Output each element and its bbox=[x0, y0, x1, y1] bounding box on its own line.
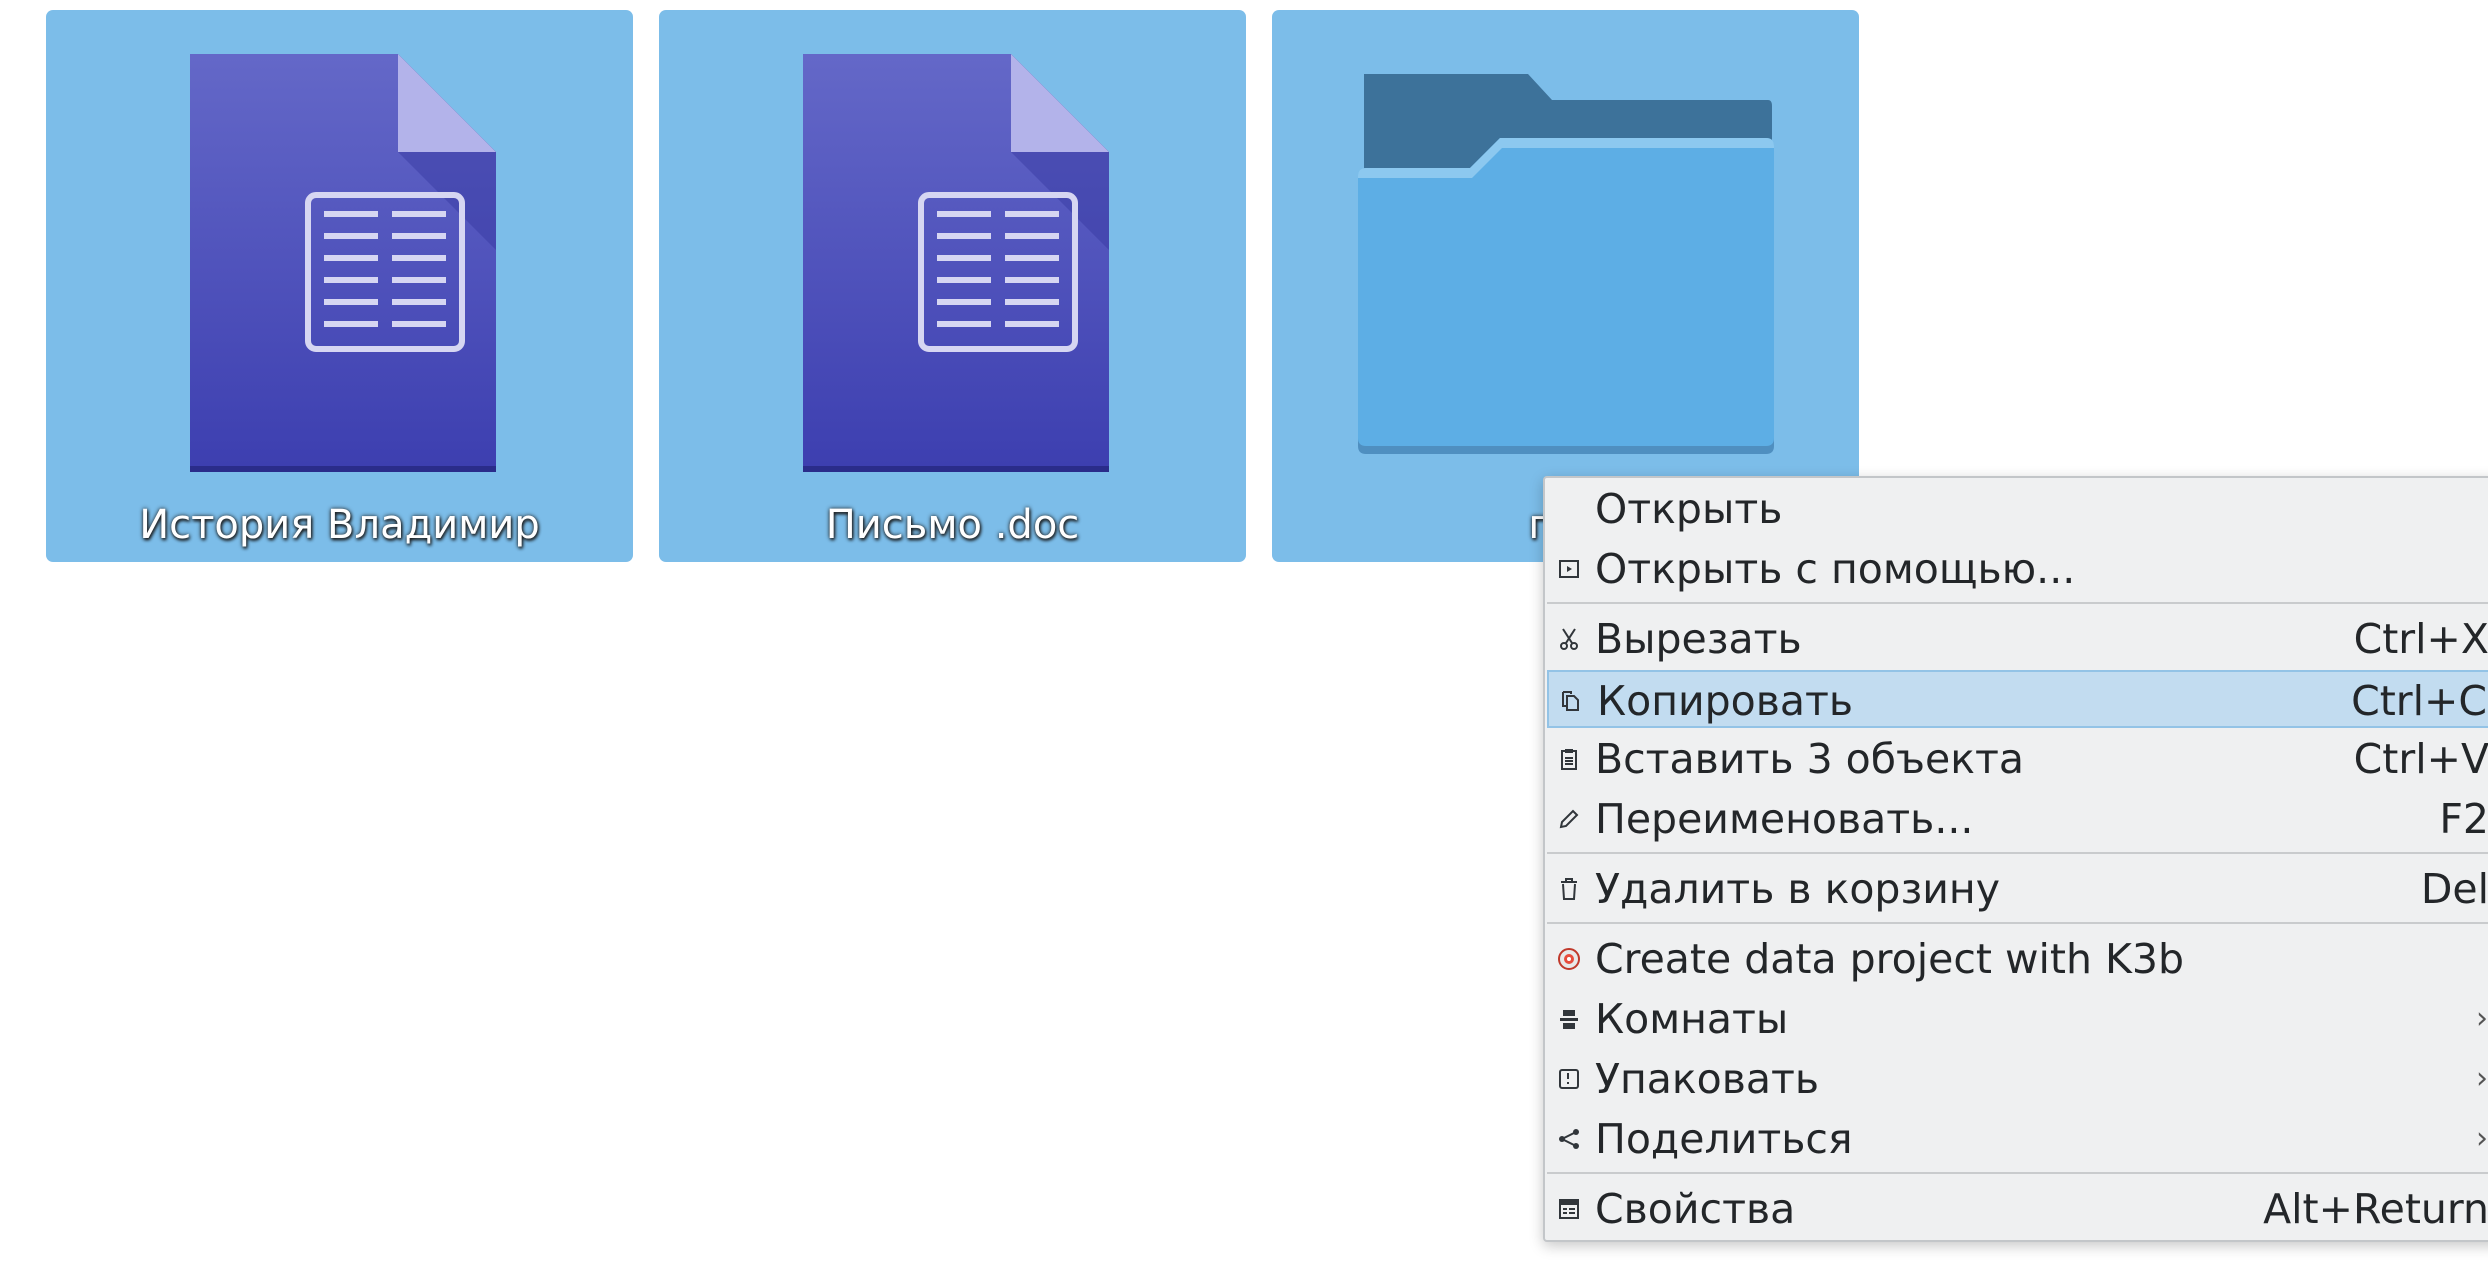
file-name-label: Письмо .doc bbox=[825, 502, 1080, 548]
menu-item-properties[interactable]: Свойства Alt+Return bbox=[1547, 1180, 2488, 1238]
menu-separator bbox=[1547, 922, 2488, 924]
menu-item-shortcut: Ctrl+X bbox=[2353, 615, 2488, 663]
menu-item-cut[interactable]: Вырезать Ctrl+X bbox=[1547, 610, 2488, 668]
chevron-right-icon: › bbox=[2476, 1001, 2488, 1036]
menu-item-compress[interactable]: Упаковать › bbox=[1547, 1050, 2488, 1108]
menu-item-shortcut: Ctrl+V bbox=[2353, 735, 2488, 783]
menu-item-label: Открыть bbox=[1595, 485, 1783, 533]
menu-item-shortcut: Del bbox=[2420, 865, 2488, 913]
menu-item-label: Поделиться bbox=[1595, 1115, 1853, 1163]
trash-icon bbox=[1557, 877, 1581, 901]
archive-icon bbox=[1557, 1067, 1581, 1091]
menu-separator bbox=[1547, 1172, 2488, 1174]
folder-icon bbox=[1272, 10, 1859, 490]
menu-item-move-to-trash[interactable]: Удалить в корзину Del bbox=[1547, 860, 2488, 918]
document-icon bbox=[659, 10, 1246, 490]
open-with-icon bbox=[1557, 557, 1581, 581]
menu-item-label: Create data project with K3b bbox=[1595, 935, 2184, 983]
menu-item-label: Вставить 3 объекта bbox=[1595, 735, 2025, 783]
menu-item-paste[interactable]: Вставить 3 объекта Ctrl+V bbox=[1547, 730, 2488, 788]
desktop-file-document[interactable]: Письмо .doc bbox=[659, 10, 1246, 562]
menu-item-label: Комнаты bbox=[1595, 995, 1789, 1043]
menu-item-label: Свойства bbox=[1595, 1185, 1796, 1233]
menu-item-shortcut: F2 bbox=[2439, 795, 2488, 843]
menu-item-label: Удалить в корзину bbox=[1595, 865, 2000, 913]
desktop-file-document[interactable]: История Владимир bbox=[46, 10, 633, 562]
properties-icon bbox=[1557, 1197, 1581, 1221]
document-icon bbox=[46, 10, 633, 490]
menu-item-label: Переименовать... bbox=[1595, 795, 1974, 843]
menu-item-label: Вырезать bbox=[1595, 615, 1802, 663]
menu-item-k3b-data-project[interactable]: Create data project with K3b bbox=[1547, 930, 2488, 988]
paste-icon bbox=[1557, 747, 1581, 771]
desktop[interactable]: История Владимир Письмо .doc Открыть Отк… bbox=[0, 0, 2488, 1280]
menu-item-label: Открыть с помощью... bbox=[1595, 545, 2076, 593]
menu-item-open-with[interactable]: Открыть с помощью... bbox=[1547, 540, 2488, 598]
activities-icon bbox=[1557, 1007, 1581, 1031]
menu-item-shortcut: Ctrl+C bbox=[2351, 677, 2487, 725]
menu-item-open[interactable]: Открыть bbox=[1547, 480, 2488, 538]
chevron-right-icon: › bbox=[2476, 1121, 2488, 1156]
menu-item-share[interactable]: Поделиться › bbox=[1547, 1110, 2488, 1168]
menu-item-label: Упаковать bbox=[1595, 1055, 1820, 1103]
menu-item-copy[interactable]: Копировать Ctrl+C bbox=[1547, 670, 2488, 728]
menu-item-rename[interactable]: Переименовать... F2 bbox=[1547, 790, 2488, 848]
k3b-icon bbox=[1557, 947, 1581, 971]
pencil-icon bbox=[1557, 807, 1581, 831]
share-icon bbox=[1557, 1127, 1581, 1151]
context-menu: Открыть Открыть с помощью... Вырезать Ct… bbox=[1543, 476, 2488, 1242]
menu-item-label: Копировать bbox=[1597, 677, 1854, 725]
menu-separator bbox=[1547, 852, 2488, 854]
scissors-icon bbox=[1557, 627, 1581, 651]
menu-item-activities[interactable]: Комнаты › bbox=[1547, 990, 2488, 1048]
copy-icon bbox=[1559, 689, 1583, 713]
file-name-label: История Владимир bbox=[139, 502, 540, 548]
chevron-right-icon: › bbox=[2476, 1061, 2488, 1096]
menu-item-shortcut: Alt+Return bbox=[2263, 1185, 2488, 1233]
menu-separator bbox=[1547, 602, 2488, 604]
